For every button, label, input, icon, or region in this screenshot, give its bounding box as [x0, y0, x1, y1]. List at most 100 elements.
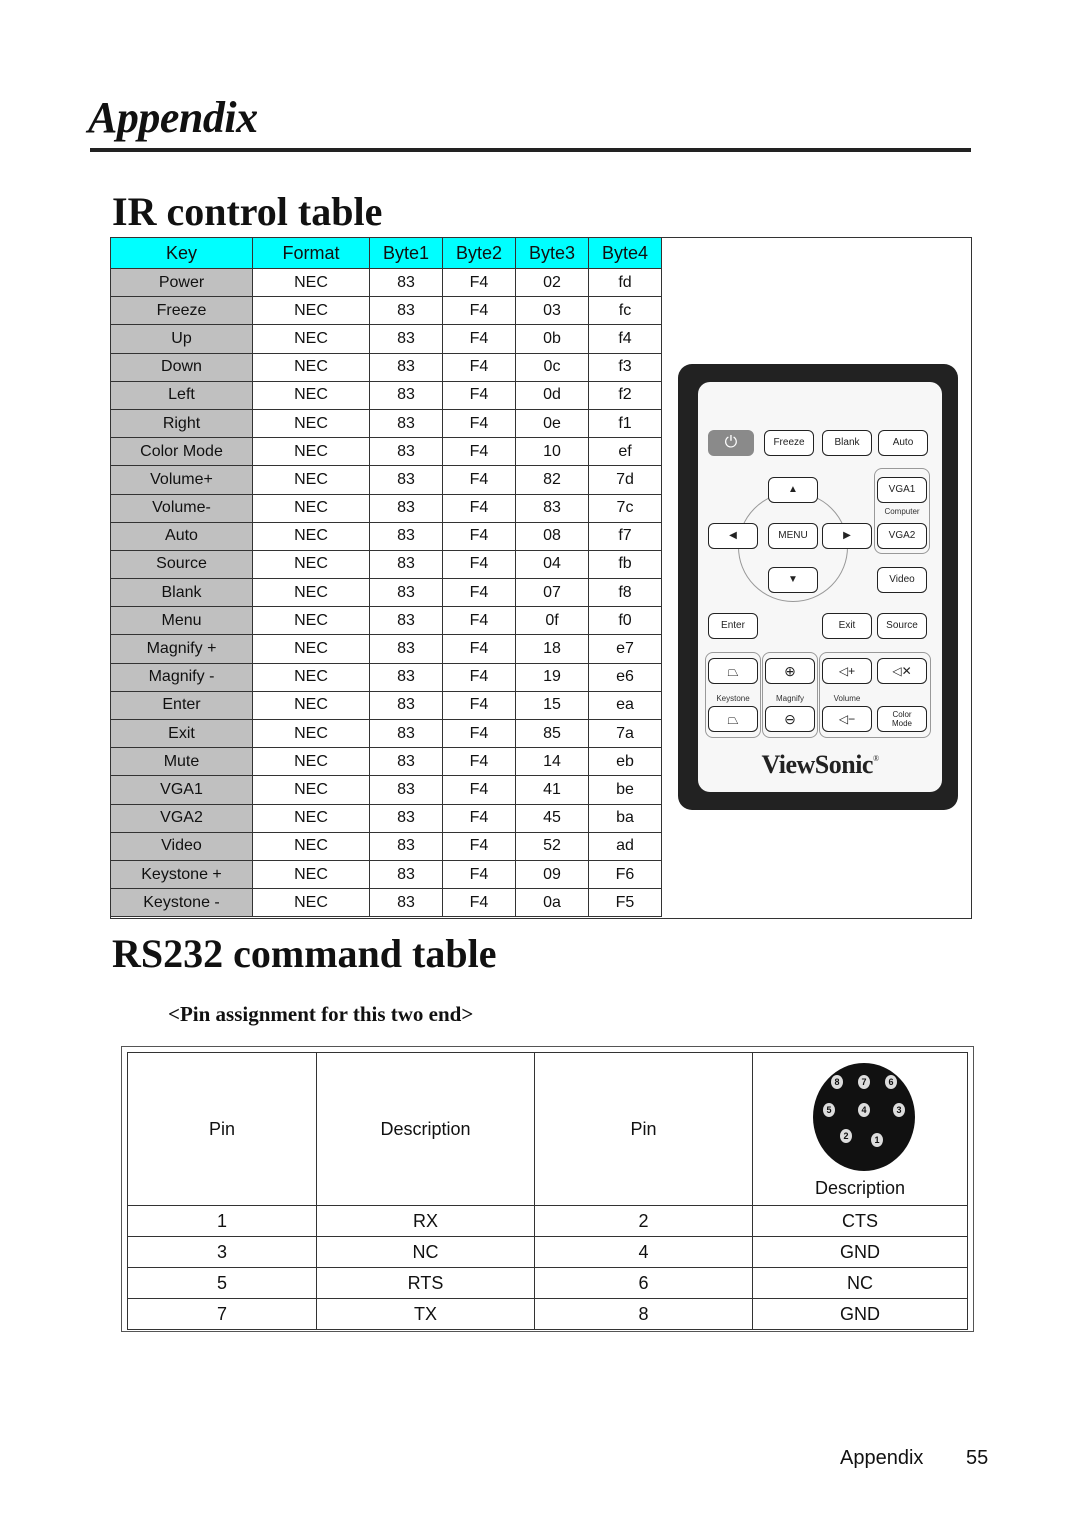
cell-byte1: 83 [369, 296, 443, 326]
cell-byte3: 03 [515, 296, 589, 326]
cell-key: Freeze [110, 296, 253, 326]
cell-pin: 5 [127, 1267, 317, 1299]
cell-byte3: 0f [515, 606, 589, 636]
chapter-title: Appendix [88, 93, 258, 142]
cell-byte2: F4 [442, 690, 516, 721]
cell-key: Keystone + [110, 859, 253, 890]
cell-byte4: F5 [588, 888, 662, 918]
ir-table-row: Mute NEC 83 F4 14 eb [110, 747, 662, 777]
remote-source-button: Source [877, 613, 927, 639]
cell-byte1: 83 [369, 803, 443, 833]
magnify-out-icon: ⊖ [784, 711, 796, 727]
cell-key: Magnify + [110, 634, 253, 664]
cell-format: NEC [252, 606, 370, 636]
col-header-key: Key [110, 237, 253, 269]
cell-byte2: F4 [442, 803, 516, 833]
cell-byte3: 14 [515, 747, 589, 777]
col-header-pin: Pin [127, 1052, 317, 1206]
cell-format: NEC [252, 578, 370, 608]
ir-table-row: Enter NEC 83 F4 15 ea [110, 690, 662, 721]
cell-format: NEC [252, 803, 370, 833]
cell-key: Keystone - [110, 888, 253, 918]
keystone-down-icon: ⏢ [727, 711, 739, 727]
cell-format: NEC [252, 296, 370, 326]
cell-byte1: 83 [369, 267, 443, 298]
cell-format: NEC [252, 521, 370, 551]
cell-byte3: 0e [515, 408, 589, 439]
ir-control-table: Key Format Byte1 Byte2 Byte3 Byte4 Power… [110, 237, 662, 918]
cell-format: NEC [252, 324, 370, 354]
volume-down-icon: ◁− [838, 712, 856, 726]
cell-pin-2: 8 [534, 1298, 753, 1330]
ir-table-header: Key Format Byte1 Byte2 Byte3 Byte4 [110, 237, 662, 269]
ir-table-row: Up NEC 83 F4 0b f4 [110, 324, 662, 354]
ir-table-row: Exit NEC 83 F4 85 7a [110, 718, 662, 749]
cell-byte4: f0 [588, 606, 662, 636]
cell-byte1: 83 [369, 718, 443, 749]
cell-format: NEC [252, 690, 370, 721]
cell-byte3: 0a [515, 888, 589, 918]
cell-byte4: ad [588, 831, 662, 861]
remote-menu-button: MENU [768, 523, 818, 549]
viewsonic-logo: ViewSonic® [698, 750, 942, 780]
ir-table-row: Keystone - NEC 83 F4 0a F5 [110, 888, 662, 918]
cell-byte3: 07 [515, 578, 589, 608]
cell-byte1: 83 [369, 662, 443, 692]
cell-byte2: F4 [442, 324, 516, 354]
cell-key: Blank [110, 578, 253, 608]
col-header-byte3: Byte3 [515, 237, 589, 269]
cell-format: NEC [252, 408, 370, 439]
cell-byte2: F4 [442, 493, 516, 523]
cell-format: NEC [252, 352, 370, 382]
cell-byte1: 83 [369, 465, 443, 495]
col-header-byte4: Byte4 [588, 237, 662, 269]
cell-key: Source [110, 549, 253, 580]
cell-byte1: 83 [369, 690, 443, 721]
cell-byte1: 83 [369, 634, 443, 664]
magnify-in-icon: ⊕ [784, 663, 796, 679]
remote-up-button: ▲ [768, 477, 818, 503]
cell-key: Auto [110, 521, 253, 551]
cell-description: RTS [316, 1267, 535, 1299]
ir-table-row: Video NEC 83 F4 52 ad [110, 831, 662, 861]
remote-keystone-down-button: ⏢ [708, 706, 758, 732]
pin-assignment-subheading: <Pin assignment for this two end> [168, 1002, 474, 1026]
volume-up-icon: ◁+ [838, 664, 856, 678]
computer-label: Computer [884, 507, 920, 516]
rs232-pin-table: Pin Description Pin 8 7 6 5 4 3 2 1 Desc… [127, 1052, 968, 1330]
remote-down-button: ▼ [768, 567, 818, 593]
up-arrow-icon: ▲ [788, 484, 798, 495]
cell-pin-2: 2 [534, 1205, 753, 1237]
cell-format: NEC [252, 634, 370, 664]
connector-pin: 3 [893, 1103, 905, 1117]
cell-byte4: fb [588, 549, 662, 580]
connector-pin: 2 [840, 1129, 852, 1143]
cell-byte1: 83 [369, 859, 443, 890]
color-mode-label-line1: Color [892, 710, 912, 719]
remote-color-mode-button: Color Mode [877, 706, 927, 732]
cell-byte3: 45 [515, 803, 589, 833]
remote-exit-button: Exit [822, 613, 872, 639]
cell-format: NEC [252, 775, 370, 805]
power-icon: ⏻ [724, 434, 738, 451]
cell-key: Magnify - [110, 662, 253, 692]
cell-byte4: ef [588, 437, 662, 467]
rs232-table-row: 3 NC 4 GND [127, 1236, 968, 1268]
cell-byte2: F4 [442, 437, 516, 467]
cell-byte2: F4 [442, 662, 516, 692]
cell-key: Right [110, 408, 253, 439]
cell-byte2: F4 [442, 578, 516, 608]
col-header-description: Description [316, 1052, 535, 1206]
cell-byte2: F4 [442, 831, 516, 861]
cell-byte3: 52 [515, 831, 589, 861]
cell-byte4: f3 [588, 352, 662, 382]
cell-byte3: 0d [515, 380, 589, 410]
cell-description-2: NC [752, 1267, 968, 1299]
ir-table-row: Power NEC 83 F4 02 fd [110, 267, 662, 298]
col-header-format: Format [252, 237, 370, 269]
footer-section-label: Appendix [840, 1447, 924, 1469]
rs232-section-title: RS232 command table [112, 931, 497, 976]
cell-byte1: 83 [369, 888, 443, 918]
cell-byte4: fc [588, 296, 662, 326]
remote-enter-button: Enter [708, 613, 758, 639]
